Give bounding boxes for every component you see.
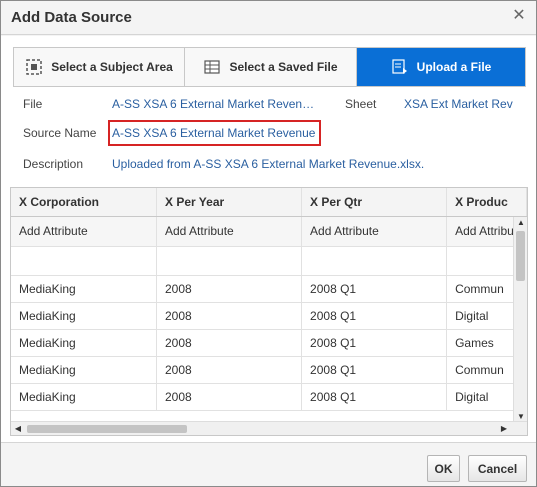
sheet-link[interactable]: XSA Ext Market Rev	[404, 97, 526, 111]
preview-table: X Corporation X Per Year X Per Qtr X Pro…	[11, 188, 527, 411]
horizontal-scroll-thumb[interactable]	[27, 425, 187, 433]
tab-label: Select a Subject Area	[51, 60, 173, 74]
table-row: MediaKing 2008 2008 Q1 Commun	[11, 356, 527, 384]
file-label: File	[23, 97, 43, 111]
vertical-scroll-thumb[interactable]	[516, 231, 525, 281]
upload-file-icon	[391, 59, 409, 75]
table-cell: 2008	[156, 329, 303, 357]
table-cell: MediaKing	[11, 302, 157, 330]
dialog-footer: OK Cancel	[1, 442, 536, 486]
scroll-left-icon[interactable]: ◀	[11, 423, 25, 435]
tab-upload-file[interactable]: Upload a File	[357, 48, 525, 86]
table-cell: 2008	[156, 383, 303, 411]
header-row: X Corporation X Per Year X Per Qtr X Pro…	[11, 188, 527, 217]
dialog-body: Select a Subject Area Select a Saved Fil…	[1, 36, 536, 442]
source-name-label: Source Name	[23, 126, 97, 140]
table-cell: 2008	[156, 302, 303, 330]
saved-file-icon	[203, 59, 221, 75]
dialog-titlebar: Add Data Source ✕	[1, 1, 536, 35]
add-data-source-dialog: Add Data Source ✕ Select a Subject Area	[0, 0, 537, 487]
blank-row	[11, 246, 527, 276]
tab-select-subject-area[interactable]: Select a Subject Area	[14, 48, 185, 86]
table-row: MediaKing 2008 2008 Q1 Digital	[11, 302, 527, 330]
tab-label: Select a Saved File	[229, 60, 338, 74]
table-cell: 2008 Q1	[301, 275, 448, 303]
source-name-highlight	[108, 120, 321, 146]
source-tabs: Select a Subject Area Select a Saved Fil…	[13, 47, 526, 87]
table-cell: 2008 Q1	[301, 356, 448, 384]
table-cell: 2008 Q1	[301, 302, 448, 330]
ok-button[interactable]: OK	[427, 455, 460, 482]
table-cell: 2008	[156, 356, 303, 384]
dialog-title: Add Data Source	[11, 9, 132, 26]
table-cell: MediaKing	[11, 356, 157, 384]
subject-area-icon	[25, 59, 43, 75]
scroll-up-icon[interactable]: ▲	[514, 217, 527, 229]
column-header[interactable]: X Per Year	[156, 188, 303, 217]
file-link[interactable]: A-SS XSA 6 External Market Reven…	[112, 97, 327, 111]
table-cell: 2008 Q1	[301, 383, 448, 411]
cancel-button[interactable]: Cancel	[468, 455, 527, 482]
table-cell: 2008 Q1	[301, 329, 448, 357]
close-icon[interactable]: ✕	[512, 8, 526, 24]
scroll-right-icon[interactable]: ▶	[497, 423, 511, 435]
table-cell: MediaKing	[11, 383, 157, 411]
description-label: Description	[23, 157, 84, 171]
table-row: MediaKing 2008 2008 Q1 Commun	[11, 275, 527, 303]
vertical-scrollbar[interactable]: ▲ ▼	[513, 217, 527, 423]
column-header[interactable]: X Corporation	[11, 188, 157, 217]
horizontal-scrollbar[interactable]: ◀ ▶	[11, 421, 527, 435]
description-field[interactable]: Uploaded from A-SS XSA 6 External Market…	[112, 157, 522, 171]
table-row: MediaKing 2008 2008 Q1 Digital	[11, 383, 527, 411]
add-attribute-cell[interactable]: Add Attribute	[156, 216, 303, 247]
table-cell: MediaKing	[11, 275, 157, 303]
table-row: MediaKing 2008 2008 Q1 Games	[11, 329, 527, 357]
add-attribute-cell[interactable]: Add Attribute	[11, 216, 157, 247]
add-attribute-cell[interactable]: Add Attribute	[301, 216, 448, 247]
tab-select-saved-file[interactable]: Select a Saved File	[185, 48, 357, 86]
attribute-row: Add Attribute Add Attribute Add Attribut…	[11, 216, 527, 247]
column-header[interactable]: X Produc	[446, 188, 527, 217]
sheet-label: Sheet	[345, 97, 377, 111]
data-preview-grid: X Corporation X Per Year X Per Qtr X Pro…	[10, 187, 528, 436]
tab-label: Upload a File	[416, 60, 492, 74]
column-header[interactable]: X Per Qtr	[301, 188, 448, 217]
table-cell: 2008	[156, 275, 303, 303]
table-cell: MediaKing	[11, 329, 157, 357]
